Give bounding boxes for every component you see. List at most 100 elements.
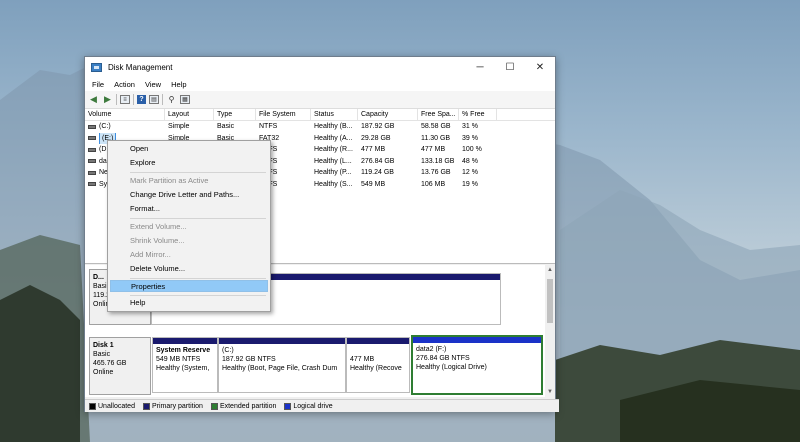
cell-status: Healthy (A... — [314, 134, 353, 142]
cell-percent-free: 31 % — [462, 123, 478, 130]
toolbar-separator — [116, 94, 117, 105]
partition-status: Healthy (System, — [156, 365, 210, 372]
column-header-volume[interactable]: Volume — [85, 109, 165, 120]
properties-icon[interactable]: ▤ — [149, 95, 159, 104]
legend-logical: Logical drive — [284, 402, 333, 410]
cell-status: Healthy (R... — [314, 146, 353, 153]
disk-0-name: D... — [93, 274, 104, 281]
scrollbar-thumb[interactable] — [547, 279, 553, 323]
cell-status: Healthy (S... — [314, 180, 353, 188]
menu-item-properties[interactable]: Properties — [110, 280, 268, 292]
settings-list-icon[interactable]: ▦ — [180, 95, 190, 104]
legend-swatch — [142, 402, 150, 410]
column-header-capacity[interactable]: Capacity — [358, 109, 418, 120]
disk-1-state: Online — [93, 369, 114, 376]
maximize-button[interactable]: ☐ — [495, 57, 525, 77]
partition-title: System Reserve — [156, 347, 211, 354]
menu-item-help[interactable]: Help — [110, 297, 268, 309]
context-menu: Open Explore Mark Partition as Active Ch… — [107, 140, 271, 312]
cell-percent-free: 39 % — [462, 134, 478, 142]
help-icon[interactable]: ? — [137, 95, 146, 104]
legend-label: Primary partition — [151, 402, 203, 410]
minimize-button[interactable]: ─ — [465, 57, 495, 77]
cell-capacity: 187.92 GB — [361, 123, 395, 130]
cell-capacity: 549 MB — [361, 180, 386, 188]
partition-title — [350, 346, 406, 355]
drive-icon — [88, 159, 96, 164]
menu-separator — [130, 172, 266, 173]
table-row[interactable]: (C:) Simple Basic NTFS Healthy (B... 187.92 G… — [85, 121, 555, 133]
partition-system-reserved[interactable]: System Reserve 549 MB NTFS Healthy (Syst… — [152, 337, 218, 393]
menu-item-add-mirror[interactable]: Add Mirror... — [110, 249, 268, 261]
back-arrow-icon[interactable]: ◀ — [88, 94, 99, 105]
cell-free-space: 133.18 GB — [421, 157, 455, 165]
toolbar-separator — [133, 94, 134, 105]
legend-swatch — [210, 402, 218, 410]
menu-item-format[interactable]: Format... — [110, 203, 268, 215]
column-header-type[interactable]: Type — [214, 109, 256, 120]
cell-free-space: 477 MB — [421, 146, 446, 153]
menu-item-open[interactable]: Open — [110, 143, 268, 155]
cell-free-space: 106 MB — [421, 180, 446, 188]
menu-separator — [130, 218, 266, 219]
cell-percent-free: 12 % — [462, 169, 478, 176]
partition-size: 549 MB NTFS — [156, 356, 201, 363]
menu-file[interactable]: File — [87, 80, 109, 89]
menu-item-explore[interactable]: Explore — [110, 157, 268, 169]
forward-arrow-icon[interactable]: ▶ — [102, 94, 113, 105]
column-header-status[interactable]: Status — [311, 109, 358, 120]
column-header-free-space[interactable]: Free Spa... — [418, 109, 459, 120]
menu-item-extend-volume[interactable]: Extend Volume... — [110, 221, 268, 233]
cell-capacity: 477 MB — [361, 146, 386, 153]
partition-size: 477 MB — [350, 356, 375, 363]
menu-item-mark-active[interactable]: Mark Partition as Active — [110, 175, 268, 187]
menu-view[interactable]: View — [140, 80, 166, 89]
scroll-up-icon[interactable]: ▲ — [545, 266, 555, 274]
scroll-down-icon[interactable]: ▼ — [545, 388, 555, 396]
legend-unallocated: Unallocated — [89, 402, 135, 410]
disk-list-icon[interactable]: ≡ — [120, 95, 130, 104]
disk-1-name: Disk 1 — [93, 342, 114, 349]
cell-free-space: 11.30 GB — [421, 134, 451, 142]
column-header-layout[interactable]: Layout — [165, 109, 214, 120]
vertical-scrollbar[interactable]: ▲ ▼ — [545, 265, 555, 397]
partition-data2-f[interactable]: data2 (F:) 276.84 GB NTFS Healthy (Logic… — [411, 335, 543, 395]
menu-action[interactable]: Action — [109, 80, 140, 89]
partition-c-drive[interactable]: (C:) 187.92 GB NTFS Healthy (Boot, Page … — [218, 337, 346, 393]
disk-management-icon — [91, 62, 102, 72]
menu-item-change-drive-letter[interactable]: Change Drive Letter and Paths... — [110, 189, 268, 201]
cell-type: Basic — [217, 123, 235, 130]
column-header-file-system[interactable]: File System — [256, 109, 311, 120]
legend-swatch — [89, 402, 96, 410]
menu-bar: File Action View Help — [85, 77, 555, 91]
disk-1-label[interactable]: Disk 1 Basic 465.76 GB Online — [89, 337, 151, 395]
partition-status: Healthy (Logical Drive) — [416, 364, 487, 371]
partition-status: Healthy (Recove — [350, 365, 402, 372]
menu-help[interactable]: Help — [166, 80, 191, 89]
drive-icon — [88, 136, 96, 141]
toolbar-separator — [162, 94, 163, 105]
partition-title: data2 (F:) — [416, 346, 447, 353]
cell-percent-free: 19 % — [462, 180, 478, 188]
legend-label: Logical drive — [293, 402, 333, 410]
menu-separator — [130, 278, 266, 279]
drive-icon — [88, 147, 96, 152]
cell-status: Healthy (L... — [314, 157, 352, 165]
partition-size: 187.92 GB NTFS — [222, 356, 276, 363]
close-button[interactable]: ✕ — [525, 57, 555, 77]
window-title: Disk Management — [108, 62, 173, 72]
connect-icon[interactable]: ⚲ — [166, 94, 177, 105]
cell-free-space: 58.58 GB — [421, 123, 451, 130]
column-header-percent-free[interactable]: % Free — [459, 109, 497, 120]
title-bar: Disk Management ─ ☐ ✕ — [85, 57, 555, 77]
cell-status: Healthy (B... — [314, 123, 353, 130]
cell-layout: Simple — [168, 123, 190, 130]
menu-item-delete-volume[interactable]: Delete Volume... — [110, 263, 268, 275]
menu-item-shrink-volume[interactable]: Shrink Volume... — [110, 235, 268, 247]
legend-primary: Primary partition — [142, 402, 203, 410]
cell-capacity: 119.24 GB — [361, 169, 394, 176]
cell-free-space: 13.76 GB — [421, 169, 451, 176]
cell-percent-free: 100 % — [462, 146, 482, 153]
partition-recovery[interactable]: 477 MB Healthy (Recove — [346, 337, 410, 393]
volume-list-header: Volume Layout Type File System Status Ca… — [85, 109, 555, 121]
